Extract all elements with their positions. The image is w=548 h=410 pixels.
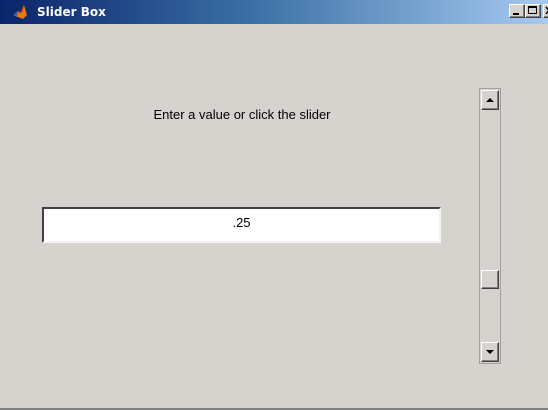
close-button[interactable] — [543, 4, 548, 18]
maximize-button[interactable] — [525, 4, 541, 18]
slider-track[interactable] — [481, 110, 499, 342]
maximize-icon — [528, 6, 537, 14]
minimize-icon — [513, 13, 519, 15]
arrow-up-icon — [486, 98, 494, 102]
title-bar[interactable]: Slider Box — [0, 0, 548, 24]
arrow-down-icon — [486, 350, 494, 354]
minimize-button[interactable] — [509, 4, 525, 18]
slider-up-button[interactable] — [481, 90, 499, 110]
slider-box-window: Slider Box Enter a value or click the sl… — [0, 0, 548, 410]
close-icon — [545, 6, 548, 15]
value-input[interactable] — [42, 207, 441, 243]
prompt-label: Enter a value or click the slider — [153, 107, 331, 122]
window-title: Slider Box — [37, 5, 106, 19]
slider-thumb[interactable] — [481, 270, 499, 289]
slider-down-button[interactable] — [481, 342, 499, 362]
vertical-slider[interactable] — [479, 88, 501, 364]
matlab-icon — [11, 3, 29, 21]
